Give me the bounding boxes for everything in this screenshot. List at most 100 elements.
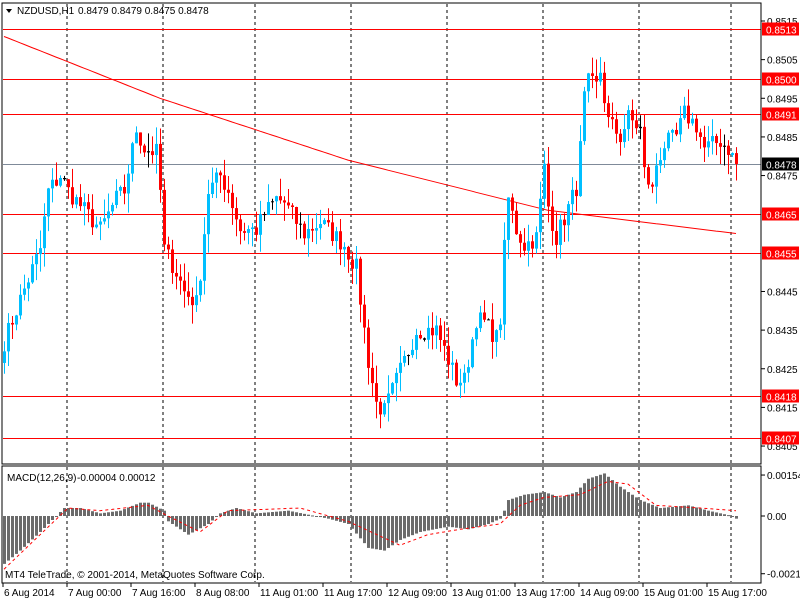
level-label: 0.8513 [766, 26, 797, 37]
macd-histogram-bar [11, 516, 14, 558]
candle-body [419, 334, 422, 339]
candle-body [403, 355, 406, 363]
macd-histogram-bar [243, 510, 246, 516]
macd-histogram-bar [543, 492, 546, 516]
macd-histogram-bar [47, 516, 50, 524]
candle-body [731, 153, 734, 155]
candle-body [107, 211, 110, 219]
candle-body [127, 173, 130, 194]
candle-body [239, 219, 242, 232]
candle-body [455, 362, 458, 386]
macd-histogram-bar [611, 480, 614, 516]
macd-histogram-bar [679, 506, 682, 516]
candle-body [171, 249, 174, 273]
candle-body [459, 382, 462, 386]
candle-body [343, 246, 346, 250]
candle-body [247, 229, 250, 233]
candle-body [191, 296, 194, 306]
macd-histogram-bar [23, 516, 26, 547]
candle-body [623, 129, 626, 143]
macd-histogram-bar [279, 511, 282, 516]
candle-body [203, 234, 206, 281]
candle-body [559, 219, 562, 245]
time-tick-label: 13 Aug 01:00 [452, 588, 511, 599]
macd-histogram-bar [631, 494, 634, 516]
candle-body [595, 75, 598, 82]
macd-histogram-bar [147, 502, 150, 516]
macd-histogram-bar [95, 512, 98, 516]
candle-body [423, 338, 426, 340]
candle-body [347, 246, 350, 260]
price-chart[interactable]: 0.85150.85050.84950.84850.84750.84450.84… [0, 0, 800, 600]
candle-body [111, 204, 114, 212]
candle-body [727, 145, 730, 155]
candle-body [27, 282, 30, 289]
macd-histogram-bar [191, 516, 194, 533]
macd-histogram-bar [375, 516, 378, 550]
candle-body [707, 141, 710, 148]
candle-body [703, 136, 706, 148]
macd-histogram-bar [303, 513, 306, 516]
candle-body [555, 230, 558, 245]
macd-histogram-bar [207, 516, 210, 524]
candle-body [211, 182, 214, 195]
macd-histogram-bar [395, 516, 398, 543]
candle-body [639, 126, 642, 129]
candle-body [391, 383, 394, 394]
candle-body [11, 322, 14, 325]
price-tick-label: 0.8475 [767, 172, 798, 183]
macd-histogram-bar [607, 476, 610, 516]
candle-body [619, 133, 622, 143]
macd-histogram-bar [143, 502, 146, 516]
macd-histogram-bar [227, 510, 230, 516]
macd-histogram-bar [619, 486, 622, 516]
macd-histogram-bar [199, 516, 202, 529]
macd-histogram-bar [523, 494, 526, 516]
macd-histogram-bar [323, 516, 326, 518]
candle-body [155, 143, 158, 156]
macd-histogram-bar [55, 516, 58, 517]
candle-body [199, 280, 202, 296]
candle-body [415, 334, 418, 350]
candle-body [279, 196, 282, 201]
candle-body [23, 288, 26, 295]
candle-body [55, 179, 58, 186]
macd-histogram-bar [659, 508, 662, 516]
macd-histogram-bar [259, 513, 262, 516]
candle-body [431, 327, 434, 336]
candle-body [735, 153, 738, 164]
macd-histogram-bar [175, 516, 178, 527]
price-tick-label: 0.8485 [767, 133, 798, 144]
candle-body [683, 105, 686, 119]
candle-body [283, 200, 286, 203]
macd-histogram-bar [703, 509, 706, 516]
candle-body [463, 372, 466, 383]
candle-body [483, 312, 486, 320]
candle-body [207, 194, 210, 235]
candle-body [79, 197, 82, 207]
macd-tick-label: -0.00217 [767, 570, 800, 581]
macd-histogram-bar [263, 512, 266, 516]
candle-body [631, 110, 634, 121]
candle-body [99, 221, 102, 225]
candle-body [143, 145, 146, 153]
macd-histogram-bar [711, 511, 714, 516]
macd-histogram-bar [287, 510, 290, 516]
macd-histogram-bar [731, 516, 734, 517]
macd-histogram-bar [383, 516, 386, 551]
candle-body [375, 383, 378, 402]
macd-histogram-bar [399, 516, 402, 540]
macd-histogram-bar [583, 483, 586, 516]
candle-body [351, 259, 354, 269]
macd-histogram-bar [443, 516, 446, 528]
candle-body [711, 136, 714, 142]
candle-body [599, 72, 602, 82]
macd-histogram-bar [535, 493, 538, 516]
macd-tick-label: 0.00154 [767, 471, 800, 482]
candle-body [663, 148, 666, 161]
candle-body [407, 355, 410, 357]
candle-body [475, 328, 478, 340]
macd-label: MACD(12,26,9) [7, 473, 76, 484]
macd-histogram-bar [155, 506, 158, 516]
macd-histogram-bar [615, 483, 618, 516]
